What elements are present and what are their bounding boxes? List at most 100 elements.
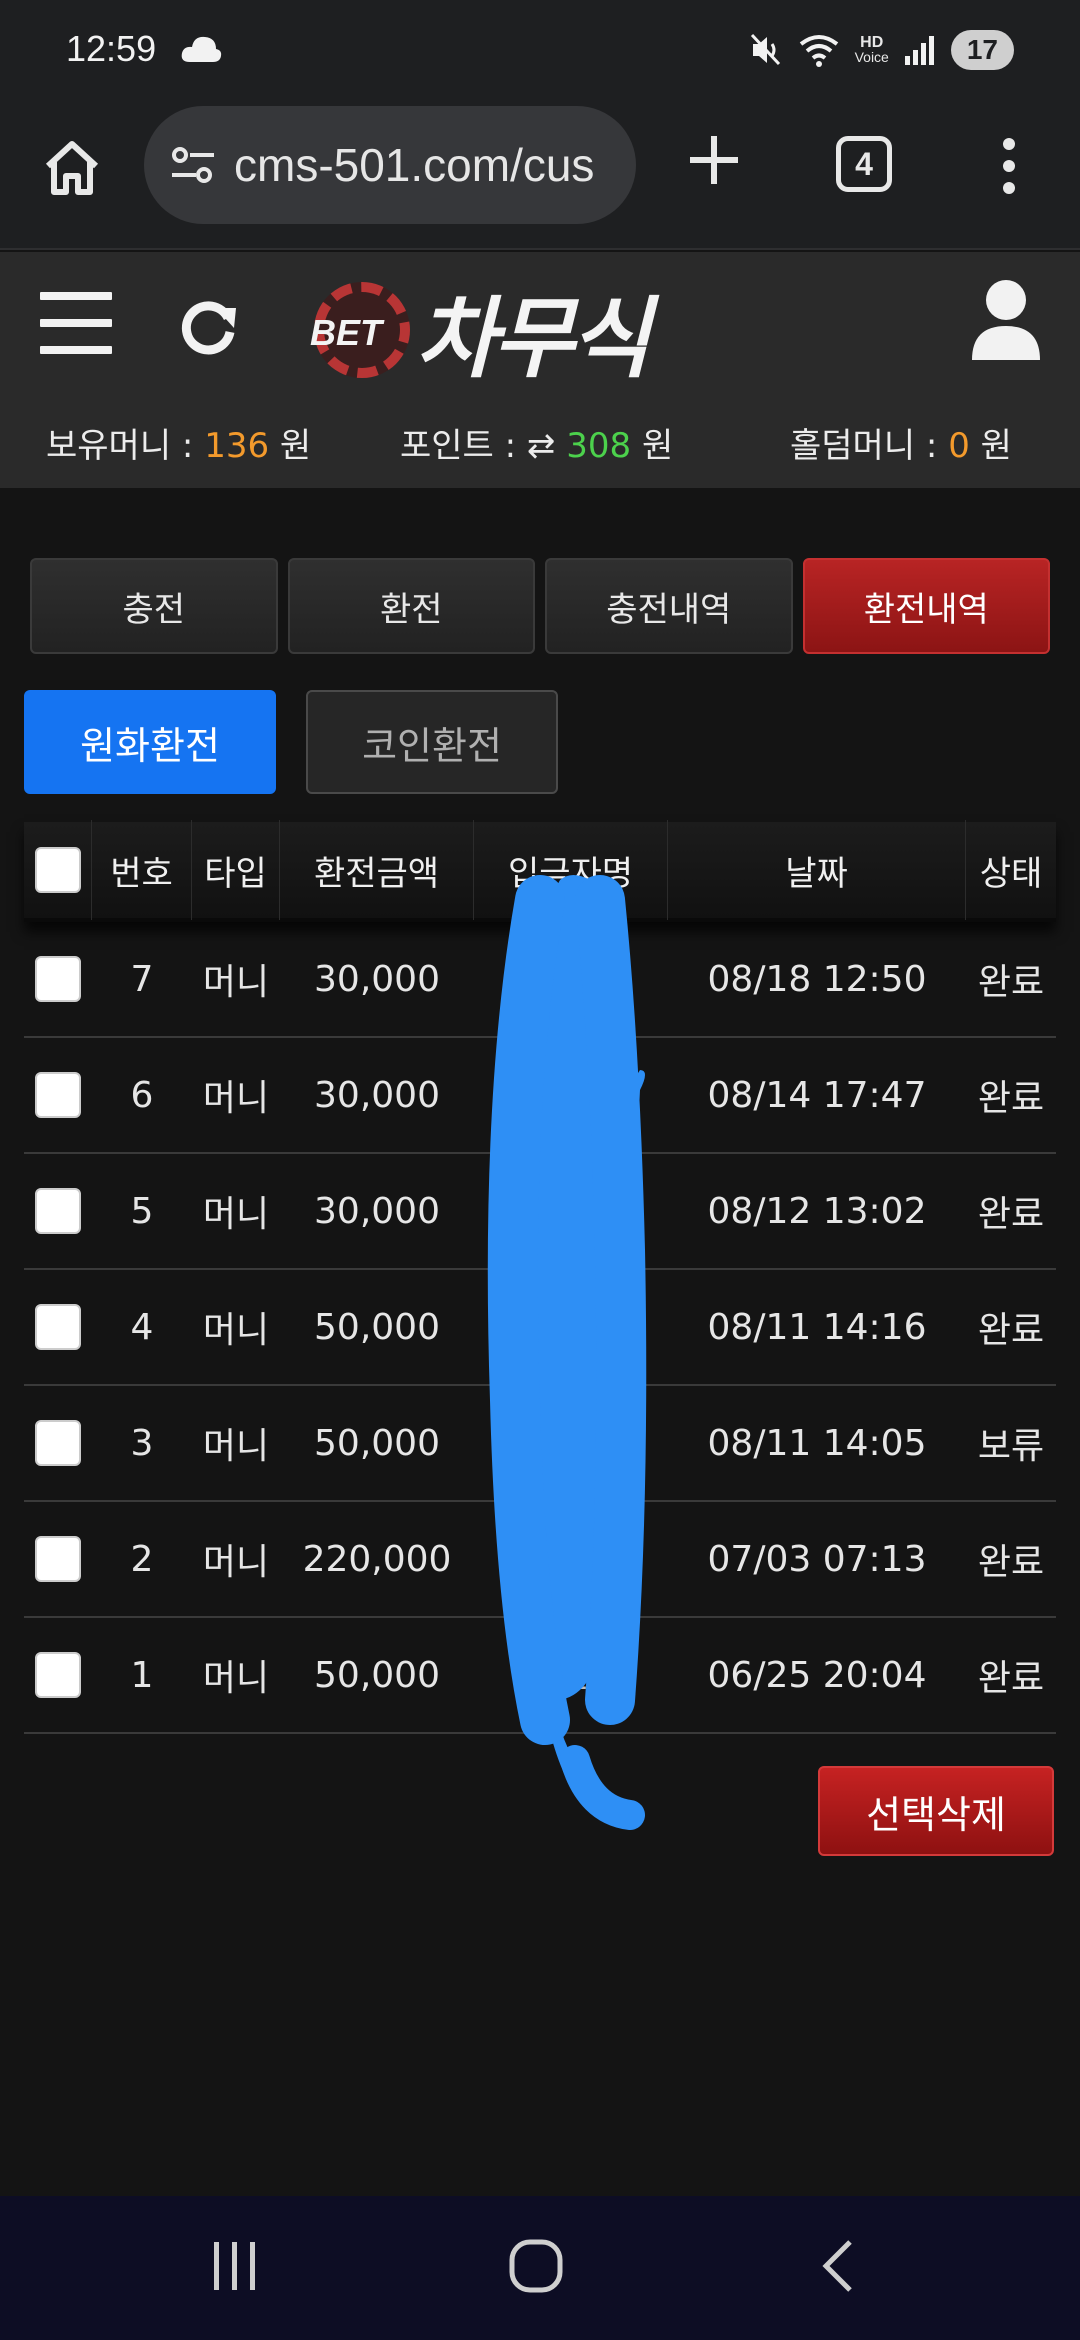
balance-unit: 원 (279, 426, 312, 466)
cell-type: 머니 (202, 1658, 270, 1699)
select-all-checkbox[interactable] (34, 847, 81, 893)
more-options-icon[interactable] (994, 136, 1024, 196)
cell-status: 완료 (977, 1658, 1045, 1699)
home-nav-icon[interactable] (508, 2238, 564, 2294)
user-icon[interactable] (970, 276, 1042, 360)
header-amount: 환전금액 (280, 820, 474, 920)
hamburger-menu-icon[interactable] (40, 292, 112, 356)
cell-date: 08/18 12:50 (707, 958, 927, 1000)
home-icon[interactable] (40, 136, 104, 200)
header-date: 날짜 (668, 820, 966, 920)
row-checkbox[interactable] (35, 1652, 81, 1698)
cell-number: 1 (130, 1654, 154, 1696)
row-checkbox[interactable] (35, 1420, 81, 1466)
sub-tabs: 원화환전 코인환전 (24, 690, 558, 794)
cell-amount: 220,000 (302, 1538, 452, 1580)
cell-amount: 30,000 (314, 958, 440, 1000)
voice-label: Voice (854, 49, 889, 65)
status-bar: 12:59 HD Voice 17 (0, 0, 1080, 100)
balance-value: 136 (204, 426, 270, 466)
cell-status: 완료 (977, 962, 1045, 1003)
balance-bar: 보유머니 : 136 원 포인트 : ⇄ 308 원 홀덤머니 : 0 원 (0, 418, 1080, 468)
header-depositor: 입금자명 (474, 820, 668, 920)
refresh-icon[interactable] (176, 294, 242, 360)
cell-number: 4 (130, 1306, 154, 1348)
cell-type: 머니 (202, 1426, 270, 1467)
cell-amount: 30,000 (314, 1190, 440, 1232)
address-bar[interactable]: cms-501.com/cus (144, 106, 636, 224)
row-checkbox[interactable] (35, 1536, 81, 1582)
row-checkbox-cell (24, 956, 92, 1002)
table-row[interactable]: 7 머니 30,000 08/18 12:50 완료 (24, 922, 1056, 1038)
site-logo[interactable]: BET 차무식 (306, 268, 766, 390)
row-checkbox-cell (24, 1304, 92, 1350)
select-all-cell (24, 820, 92, 920)
point-unit: 원 (641, 426, 674, 466)
site-settings-icon[interactable] (170, 145, 216, 185)
watermark-text: 럽. (500, 1145, 591, 1227)
recent-apps-icon[interactable] (210, 2238, 260, 2294)
delete-selected-button[interactable]: 선택삭제 (818, 1766, 1054, 1856)
cell-number: 2 (130, 1538, 154, 1580)
mute-icon (750, 33, 780, 66)
holdem-unit: 원 (980, 426, 1012, 466)
header-type: 타입 (192, 820, 280, 920)
row-checkbox-cell (24, 1188, 92, 1234)
tab-deposit[interactable]: 충전 (30, 558, 278, 654)
cell-date: 06/25 20:04 (707, 1654, 927, 1696)
row-checkbox[interactable] (35, 1304, 81, 1350)
cell-status: 보류 (977, 1426, 1045, 1467)
cell-amount: 50,000 (314, 1654, 440, 1696)
row-checkbox[interactable] (35, 956, 81, 1002)
table-row[interactable]: 2 머니 220,000 오 07/03 07:13 완료 (24, 1502, 1056, 1618)
table-row[interactable]: 4 머니 50,000 08/11 14:16 완료 (24, 1270, 1056, 1386)
tab-withdraw-history[interactable]: 환전내역 (802, 558, 1050, 654)
url-text[interactable]: cms-501.com/cus (234, 138, 594, 192)
subtab-coin-withdraw[interactable]: 코인환전 (306, 690, 558, 794)
cell-type: 머니 (202, 1310, 270, 1351)
status-time: 12:59 (66, 28, 157, 69)
cell-type: 머니 (202, 1542, 270, 1583)
main-tabs: 충전 환전 충전내역 환전내역 (30, 558, 1050, 654)
tab-withdraw[interactable]: 환전 (287, 558, 535, 654)
battery-level: 17 (966, 34, 998, 65)
cell-date: 07/03 07:13 (707, 1538, 927, 1580)
site-header: BET 차무식 보유머니 : 136 원 포인트 : ⇄ 308 원 홀덤머니 … (0, 252, 1080, 488)
cell-amount: 50,000 (314, 1306, 440, 1348)
tab-deposit-history[interactable]: 충전내역 (545, 558, 793, 654)
subtab-krw-withdraw[interactable]: 원화환전 (24, 690, 276, 794)
new-tab-icon[interactable] (684, 130, 744, 190)
row-checkbox[interactable] (35, 1072, 81, 1118)
table-row[interactable]: 1 머니 50,000 오 06/25 20:04 완료 (24, 1618, 1056, 1734)
balance-holdem: 홀덤머니 : 0 원 (790, 418, 1012, 467)
row-checkbox[interactable] (35, 1188, 81, 1234)
cell-status: 완료 (977, 1310, 1045, 1351)
browser-toolbar: cms-501.com/cus 4 (0, 100, 1080, 250)
header-number: 번호 (92, 820, 192, 920)
cell-date: 08/11 14:05 (707, 1422, 927, 1464)
system-nav-bar (0, 2196, 1080, 2340)
table-row[interactable]: 3 머니 50,000 08/11 14:05 보류 (24, 1386, 1056, 1502)
cell-amount: 30,000 (314, 1074, 440, 1116)
cell-date: 08/12 13:02 (707, 1190, 927, 1232)
tab-switcher-button[interactable]: 4 (836, 136, 892, 192)
header-status: 상태 (979, 853, 1043, 894)
row-checkbox-cell (24, 1536, 92, 1582)
cell-status: 완료 (977, 1542, 1045, 1583)
hd-label: HD (860, 34, 884, 51)
logo-bet-text: BET (310, 312, 382, 353)
exchange-icon[interactable]: ⇄ (527, 426, 556, 466)
cell-depositor: 오 (554, 1658, 588, 1699)
cell-number: 6 (130, 1074, 154, 1116)
back-icon[interactable] (818, 2238, 858, 2294)
balance-label: 보유머니 : (46, 426, 194, 466)
holdem-label: 홀덤머니 : (790, 426, 938, 466)
cell-status: 완료 (977, 1078, 1045, 1119)
row-checkbox-cell (24, 1072, 92, 1118)
cell-date: 08/11 14:16 (707, 1306, 927, 1348)
logo-name-text: 차무식 (416, 287, 651, 390)
cell-amount: 50,000 (314, 1422, 440, 1464)
point-label: 포인트 : (400, 426, 517, 466)
cloud-icon (181, 36, 222, 62)
row-checkbox-cell (24, 1420, 92, 1466)
